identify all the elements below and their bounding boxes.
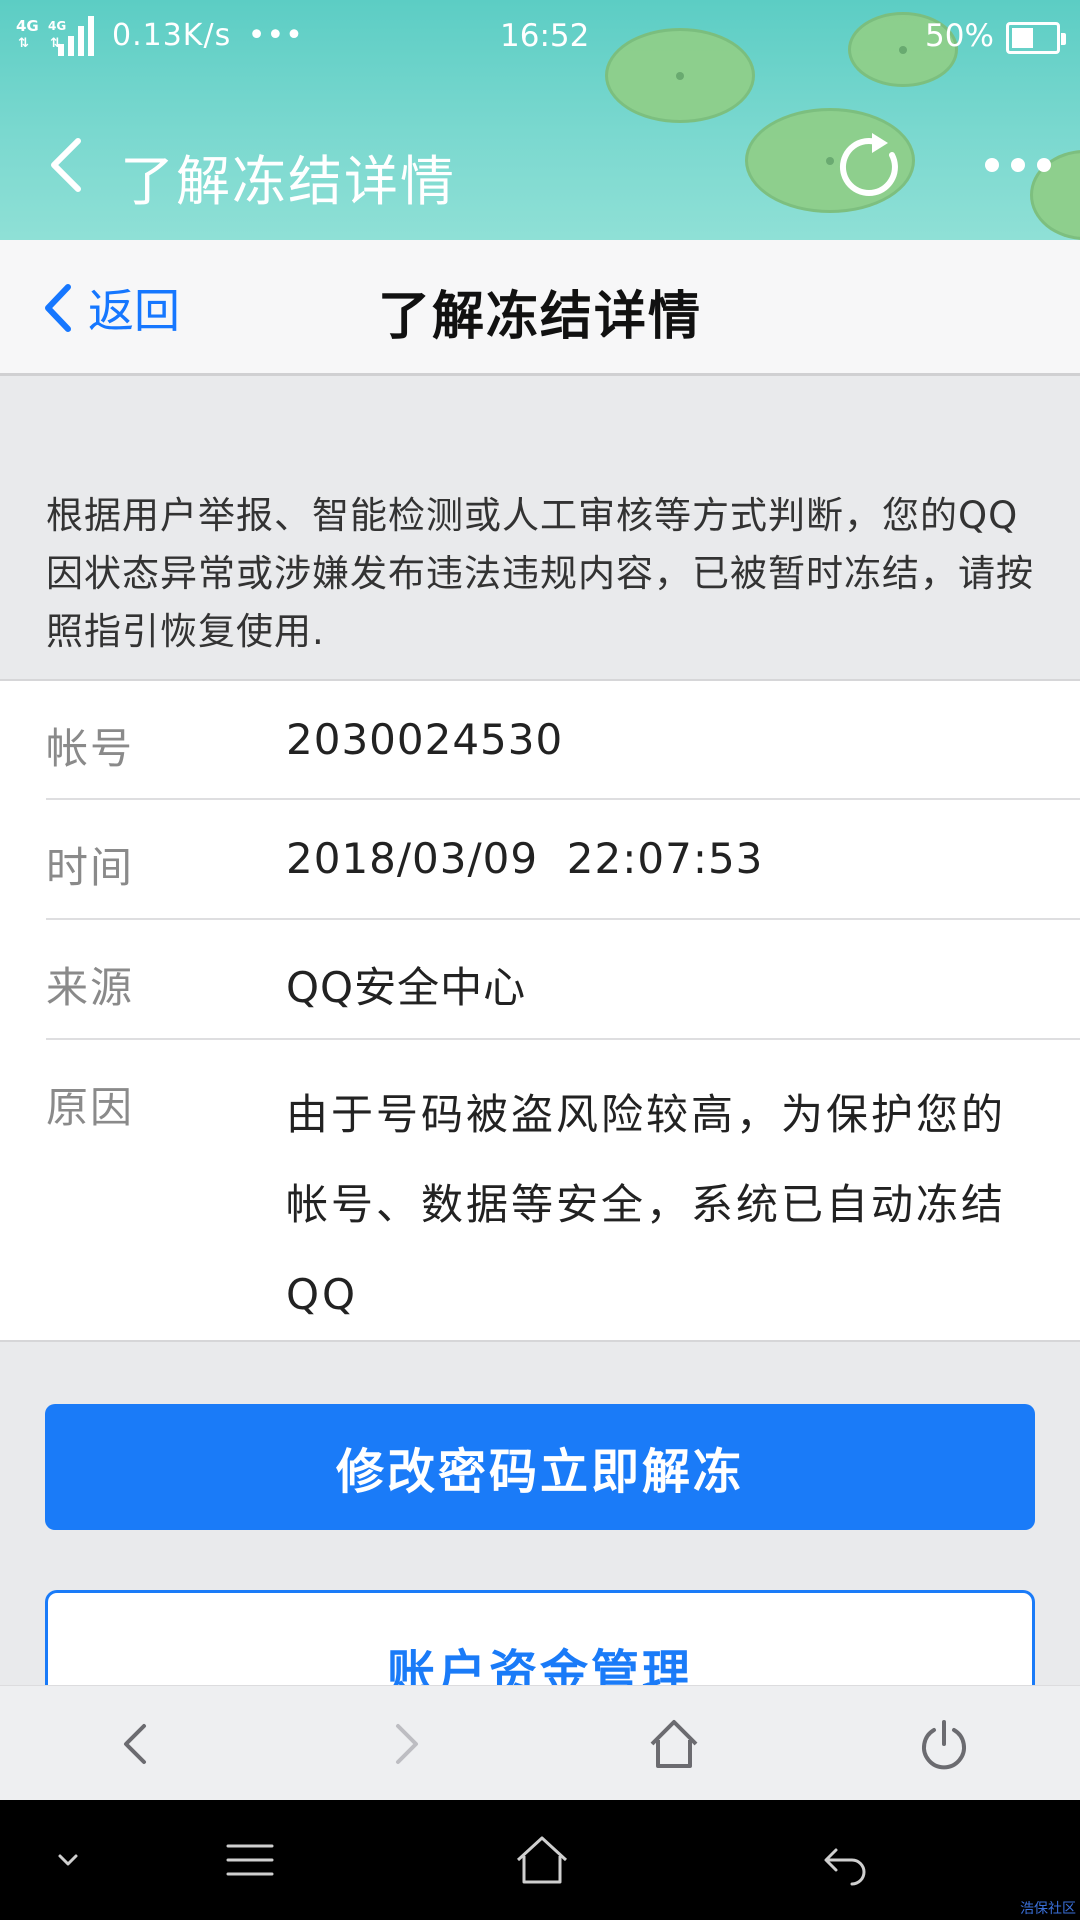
- reason-value: 由于号码被盗风险较高，为保护您的帐号、数据等安全，系统已自动冻结QQ: [286, 1090, 1007, 1319]
- source-label: 来源: [46, 963, 135, 1012]
- freeze-info-table: 帐号 2030024530 时间 2018/03/09 22:07:53 来源 …: [0, 679, 1080, 1342]
- page-nav-bar: 返回 了解冻结详情: [0, 240, 1080, 376]
- battery-percent: 50%: [925, 18, 994, 54]
- menu-icon[interactable]: [220, 1830, 280, 1890]
- collapse-icon[interactable]: [38, 1830, 98, 1890]
- home-icon[interactable]: [646, 1716, 702, 1772]
- network-type-1: 4G: [16, 17, 39, 35]
- page-title: 了解冻结详情: [377, 287, 702, 347]
- refresh-icon[interactable]: [836, 131, 908, 203]
- network-speed: 0.13K/s •••: [112, 18, 304, 53]
- freeze-notice: 根据用户举报、智能检测或人工审核等方式判断，您的QQ因状态异常或涉嫌发布违法违规…: [0, 379, 1080, 679]
- title-bar: 了解冻结详情: [0, 95, 1080, 240]
- back-arrow-icon[interactable]: [108, 1716, 164, 1772]
- more-icon[interactable]: [985, 155, 1055, 175]
- info-row-reason: 原因 由于号码被盗风险较高，为保护您的帐号、数据等安全，系统已自动冻结QQ: [46, 1040, 1080, 1340]
- source-value: QQ安全中心: [286, 963, 527, 1012]
- data-arrows-icon: ⇅: [18, 36, 29, 51]
- info-row-time: 时间 2018/03/09 22:07:53: [46, 800, 1080, 920]
- header-title: 了解冻结详情: [120, 150, 456, 213]
- return-icon[interactable]: [812, 1830, 872, 1890]
- watermark: 浩保社区: [1020, 1901, 1076, 1917]
- status-more: •••: [247, 18, 304, 53]
- change-password-unfreeze-button[interactable]: 修改密码立即解冻: [45, 1404, 1035, 1530]
- time-value: 2018/03/09 22:07:53: [286, 834, 764, 883]
- browser-toolbar: [0, 1685, 1080, 1800]
- time-label: 时间: [46, 843, 135, 892]
- battery-fill: [1012, 28, 1033, 48]
- account-label: 帐号: [46, 724, 135, 773]
- power-icon[interactable]: [916, 1716, 972, 1772]
- status-bar: 4G 4G ⇅ ⇅ 0.13K/s ••• 16:52 50%: [0, 0, 1080, 75]
- account-value: 2030024530: [286, 715, 564, 764]
- back-icon[interactable]: [42, 135, 92, 195]
- info-row-account: 帐号 2030024530: [46, 681, 1080, 800]
- notice-text: 根据用户举报、智能检测或人工审核等方式判断，您的QQ因状态异常或涉嫌发布违法违规…: [46, 494, 1034, 653]
- info-row-source: 来源 QQ安全中心: [46, 920, 1080, 1040]
- clock: 16:52: [500, 18, 590, 54]
- forward-arrow-icon[interactable]: [378, 1716, 434, 1772]
- app-header: 4G 4G ⇅ ⇅ 0.13K/s ••• 16:52 50% 了解冻结详情: [0, 0, 1080, 240]
- reason-label: 原因: [46, 1083, 135, 1132]
- system-nav-bar: 浩保社区: [0, 1800, 1080, 1920]
- speed-text: 0.13K/s: [112, 18, 232, 53]
- home-icon[interactable]: [512, 1830, 572, 1890]
- signal-icon: [58, 16, 96, 56]
- battery-icon: [1006, 22, 1066, 54]
